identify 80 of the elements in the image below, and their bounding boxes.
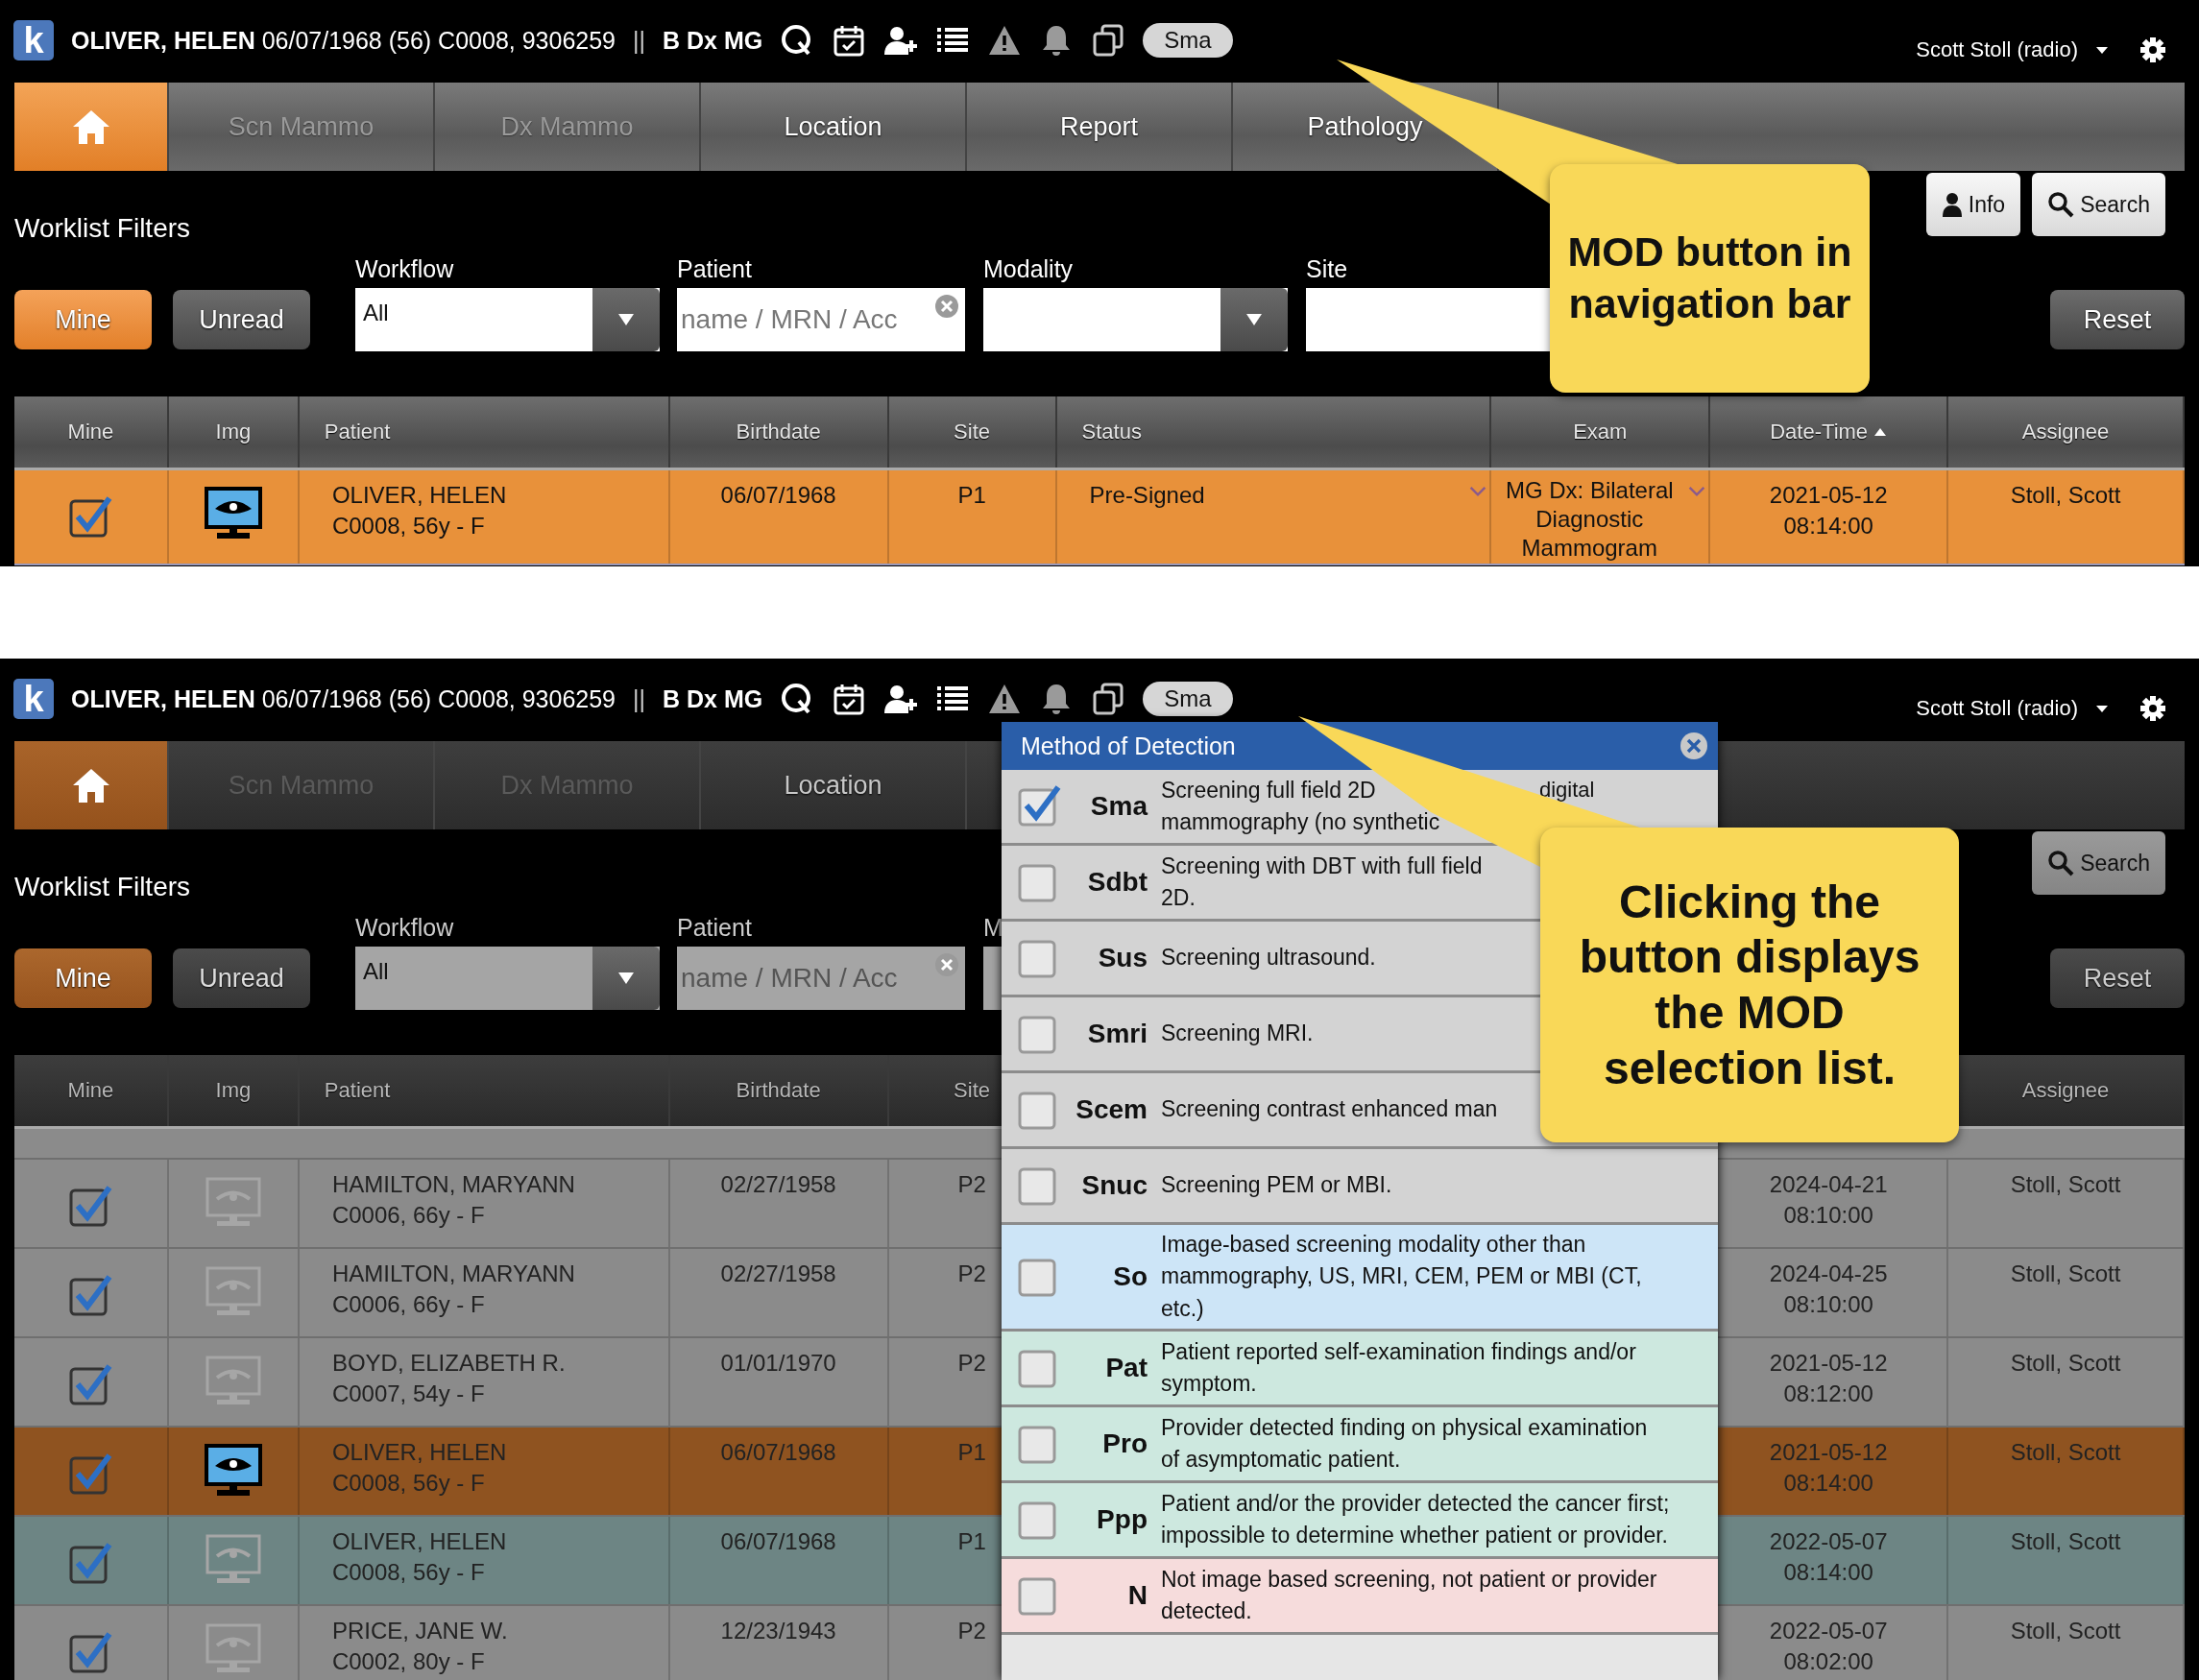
callout-tooltip: Clicking the button displays the MOD selection list. bbox=[1540, 828, 1959, 1142]
option-description: Not image based screening, not patient or provider detected. bbox=[1161, 1565, 1658, 1626]
option-description: Screening ultrasound. bbox=[1161, 944, 1376, 972]
table-cell-text: PRICE, JANE W. C0002, 80y - F bbox=[330, 1617, 509, 1677]
table-cell-text: Stoll, Scott bbox=[2009, 1438, 2122, 1467]
separator-text: || bbox=[633, 26, 645, 55]
option-code: Pat bbox=[1104, 1353, 1148, 1384]
table-cell-text: Stoll, Scott bbox=[2009, 1170, 2122, 1199]
table-cell-text: BOYD, ELIZABETH R. C0007, 54y - F bbox=[330, 1349, 567, 1409]
table-cell-text: 2021-05-12 08:12:00 bbox=[1768, 1349, 1889, 1409]
table-cell-text: 2022-05-07 08:02:00 bbox=[1768, 1617, 1889, 1677]
field-label: Patient bbox=[677, 255, 753, 284]
field-label: Modality bbox=[983, 255, 1075, 284]
app-logo: k bbox=[13, 679, 54, 719]
table-cell-text: 2024-04-25 08:10:00 bbox=[1768, 1260, 1889, 1320]
field-label: Workflow bbox=[355, 255, 455, 284]
section-title: Worklist Filters bbox=[14, 213, 191, 244]
exam-code: B Dx MG bbox=[663, 26, 763, 55]
table-cell-text: OLIVER, HELEN C0008, 56y - F bbox=[330, 481, 508, 541]
table-cell-text: HAMILTON, MARYANN C0006, 66y - F bbox=[330, 1170, 576, 1231]
option-code: Sma bbox=[1089, 791, 1148, 822]
section-title: Worklist Filters bbox=[14, 872, 191, 902]
option-description: Provider detected finding on physical examination of asymptomatic patient. bbox=[1161, 1413, 1649, 1475]
table-cell-text: 02/27/1958 bbox=[719, 1260, 837, 1288]
table-cell-text: Stoll, Scott bbox=[2009, 1527, 2122, 1556]
option-description: Screening full field 2D mammography (no synthetic bbox=[1161, 776, 1440, 836]
table-cell-text: P1 bbox=[956, 1527, 987, 1556]
option-description: Patient reported self-examination findings and/or symptom. bbox=[1161, 1337, 1637, 1399]
table-cell-text: 2024-04-21 08:10:00 bbox=[1768, 1170, 1889, 1231]
table-cell-text: P1 bbox=[956, 1438, 987, 1467]
option-description: Screening contrast enhanced man bbox=[1161, 1095, 1498, 1124]
table-cell-text: MG Dx: Bilateral Diagnostic Mammogram bbox=[1504, 476, 1675, 563]
table-cell-text: 02/27/1958 bbox=[719, 1170, 837, 1199]
table-cell-text: P2 bbox=[956, 1170, 987, 1199]
option-description: digital bbox=[1539, 778, 1595, 803]
table-cell-text: Stoll, Scott bbox=[2009, 1617, 2122, 1645]
option-code: Sus bbox=[1097, 943, 1148, 973]
table-cell-text: 01/01/1970 bbox=[719, 1349, 837, 1378]
patient-header: OLIVER, HELEN 06/07/1968 (56) C0008, 9306259 bbox=[71, 26, 616, 55]
option-description: Screening PEM or MBI. bbox=[1161, 1171, 1392, 1200]
table-cell-text: 2022-05-07 08:14:00 bbox=[1768, 1527, 1889, 1588]
table-cell-text: Stoll, Scott bbox=[2009, 481, 2122, 510]
option-description: Image-based screening modality other than mammography, US, MRI, CEM, PEM or MBI (CT, etc.) bbox=[1161, 1231, 1643, 1323]
table-cell-text: 12/23/1943 bbox=[719, 1617, 837, 1645]
table-cell-text: HAMILTON, MARYANN C0006, 66y - F bbox=[330, 1260, 576, 1320]
option-code: Smri bbox=[1086, 1019, 1148, 1049]
table-cell-text: 06/07/1968 bbox=[719, 1527, 837, 1556]
option-description: Patient and/or the provider detected the cancer first; impossible to determine whether patient or provider. bbox=[1161, 1489, 1670, 1550]
patient-header: OLIVER, HELEN 06/07/1968 (56) C0008, 9306259 bbox=[71, 684, 616, 713]
table-cell-text: P2 bbox=[956, 1260, 987, 1288]
table-cell-text: OLIVER, HELEN C0008, 56y - F bbox=[330, 1438, 508, 1499]
option-code: N bbox=[1126, 1580, 1148, 1612]
option-code: Sdbt bbox=[1086, 867, 1148, 898]
field-label: Patient bbox=[677, 914, 753, 943]
field-label: Workflow bbox=[355, 914, 455, 943]
exam-code: B Dx MG bbox=[663, 684, 763, 713]
table-cell-text: OLIVER, HELEN C0008, 56y - F bbox=[330, 1527, 508, 1588]
field-label: M bbox=[983, 914, 1004, 943]
table-cell-text: Stoll, Scott bbox=[2009, 1260, 2122, 1288]
option-description: Screening with DBT with full field 2D. bbox=[1161, 852, 1483, 912]
table-cell-text: 2021-05-12 08:14:00 bbox=[1768, 481, 1889, 541]
table-cell-text: Pre-Signed bbox=[1088, 481, 1206, 510]
option-code: Snuc bbox=[1080, 1170, 1148, 1201]
table-cell-text: P2 bbox=[956, 1617, 987, 1645]
option-code: Ppp bbox=[1096, 1504, 1148, 1536]
separator-text: || bbox=[633, 684, 645, 713]
option-code: So bbox=[1112, 1261, 1148, 1292]
callout-tooltip: MOD button in navigation bar bbox=[1550, 164, 1870, 393]
table-cell-text: 2021-05-12 08:14:00 bbox=[1768, 1438, 1889, 1499]
table-cell-text: Stoll, Scott bbox=[2009, 1349, 2122, 1378]
app-logo: k bbox=[13, 20, 54, 60]
table-cell-text: P2 bbox=[956, 1349, 987, 1378]
table-cell-text: 06/07/1968 bbox=[719, 481, 837, 510]
popup-title: Method of Detection bbox=[1021, 732, 1236, 760]
option-code: Scem bbox=[1075, 1094, 1148, 1125]
field-label: Site bbox=[1306, 255, 1349, 284]
option-code: Pro bbox=[1101, 1428, 1148, 1460]
option-description: Screening MRI. bbox=[1161, 1020, 1314, 1048]
table-cell-text: 06/07/1968 bbox=[719, 1438, 837, 1467]
table-cell-text: P1 bbox=[956, 481, 987, 510]
